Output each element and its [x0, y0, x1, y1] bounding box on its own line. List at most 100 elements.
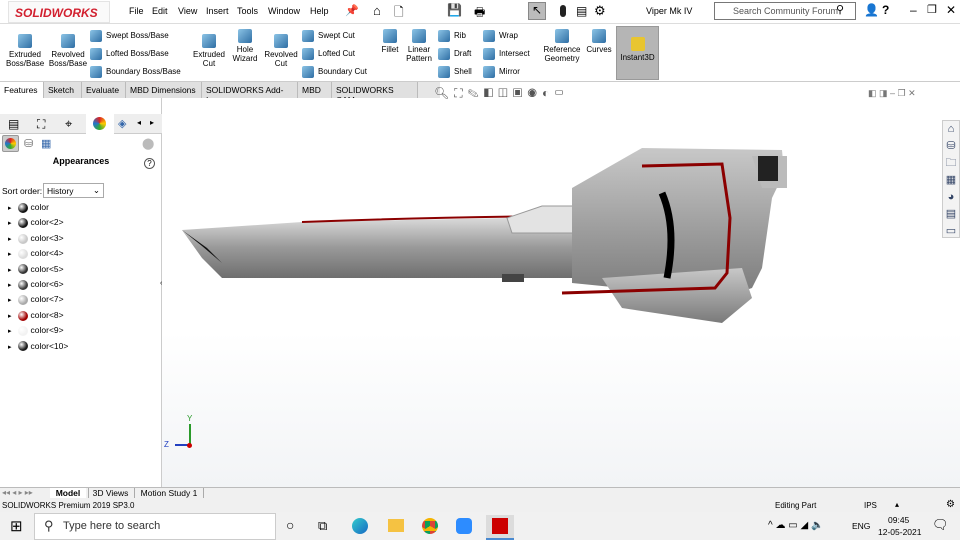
- chrome-icon[interactable]: [422, 518, 438, 534]
- instant3d-button[interactable]: Instant3D: [616, 26, 659, 80]
- feature-manager-icon[interactable]: ▤: [8, 117, 19, 131]
- tab-addins[interactable]: SOLIDWORKS Add-Ins: [202, 82, 298, 105]
- expand-arrow-icon[interactable]: ▸: [8, 251, 12, 258]
- tab-3d-views[interactable]: 3D Views: [88, 488, 132, 498]
- appearance-list-item[interactable]: ▸ color<4>: [8, 248, 64, 262]
- windows-start-icon[interactable]: ⊞: [10, 517, 23, 535]
- revolved-boss-button[interactable]: Revolved Boss/Base: [48, 34, 88, 68]
- task-view-icon[interactable]: ⧉: [318, 518, 327, 534]
- notifications-icon[interactable]: 🗨: [932, 517, 949, 533]
- revolved-cut-button[interactable]: Revolved Cut: [262, 34, 300, 68]
- edit-appearance-icon[interactable]: ⬤: [142, 137, 154, 150]
- scenes-icon[interactable]: ▦: [41, 137, 51, 150]
- appearance-list-item[interactable]: ▸ color<7>: [8, 294, 64, 308]
- viper-model[interactable]: [162, 98, 942, 488]
- decals-icon[interactable]: ⛁: [24, 137, 33, 150]
- restore-icon[interactable]: ❐: [927, 3, 937, 16]
- tab-model[interactable]: Model: [50, 488, 86, 498]
- expand-arrow-icon[interactable]: ▸: [8, 267, 12, 274]
- home-icon[interactable]: ⌂: [373, 3, 381, 18]
- expand-arrow-icon[interactable]: ▸: [8, 344, 12, 351]
- search-icon[interactable]: ⚲: [836, 3, 844, 16]
- configuration-icon[interactable]: ⌖: [65, 116, 72, 132]
- expand-arrow-icon[interactable]: ▸: [8, 328, 12, 335]
- curves-button[interactable]: Curves: [586, 29, 612, 54]
- lofted-boss-button[interactable]: Lofted Boss/Base: [90, 48, 169, 60]
- task-pane-tabs[interactable]: ⌂ ⛁ 🗀 ▦ ◕ ▤ ▭: [942, 120, 960, 238]
- lofted-cut-button[interactable]: Lofted Cut: [302, 48, 355, 60]
- expand-arrow-icon[interactable]: ▸: [8, 236, 12, 243]
- tab-cam[interactable]: SOLIDWORKS CAM: [332, 82, 418, 105]
- units-arrow-icon[interactable]: ▴: [895, 500, 899, 509]
- reference-geometry-button[interactable]: Reference Geometry: [542, 29, 582, 63]
- expand-arrow-icon[interactable]: ▸: [8, 205, 12, 212]
- rib-button[interactable]: Rib: [438, 30, 466, 42]
- system-tray-icons[interactable]: ^ ☁ ▭ ◢ 🔈: [768, 520, 823, 531]
- boundary-boss-button[interactable]: Boundary Boss/Base: [90, 66, 181, 78]
- boundary-cut-button[interactable]: Boundary Cut: [302, 66, 367, 78]
- pin-icon[interactable]: 📌: [345, 4, 359, 17]
- display-manager-icon[interactable]: ◈: [118, 117, 126, 130]
- select-icon[interactable]: ↖: [528, 2, 546, 20]
- tab-scroll-arrows[interactable]: ◂◂ ◂ ▸ ▸▸: [2, 488, 33, 497]
- expand-arrow-icon[interactable]: ▸: [8, 220, 12, 227]
- extruded-boss-button[interactable]: Extruded Boss/Base: [6, 34, 44, 68]
- menu-view[interactable]: View: [178, 6, 197, 16]
- new-doc-icon[interactable]: 🗋: [394, 3, 404, 24]
- menu-window[interactable]: Window: [268, 6, 300, 16]
- hole-wizard-button[interactable]: Hole Wizard: [228, 29, 262, 63]
- appearance-list-item[interactable]: ▸ color<6>: [8, 279, 64, 293]
- rebuild-icon[interactable]: [560, 5, 566, 17]
- cortana-icon[interactable]: ○: [286, 517, 294, 533]
- user-icon[interactable]: 👤: [864, 3, 879, 17]
- menu-edit[interactable]: Edit: [152, 6, 168, 16]
- taskbar-search-input[interactable]: ⚲ Type here to search: [34, 513, 276, 540]
- appearances-filter-button[interactable]: [2, 135, 19, 152]
- zoom-icon[interactable]: [456, 518, 472, 534]
- appearance-list-item[interactable]: ▸ color<9>: [8, 325, 64, 339]
- appearance-list-item[interactable]: ▸ color<2>: [8, 217, 64, 231]
- tab-motion-study[interactable]: Motion Study 1: [134, 488, 204, 498]
- clock-date[interactable]: 12-05-2021: [878, 527, 921, 537]
- wrap-button[interactable]: Wrap: [483, 30, 518, 42]
- swept-boss-button[interactable]: Swept Boss/Base: [90, 30, 169, 42]
- menu-tools[interactable]: Tools: [237, 6, 258, 16]
- draft-button[interactable]: Draft: [438, 48, 471, 60]
- save-icon[interactable]: 💾: [447, 3, 462, 17]
- customize-icon[interactable]: ⚙: [946, 499, 955, 510]
- intersect-button[interactable]: Intersect: [483, 48, 530, 60]
- tab-features[interactable]: Features: [0, 82, 44, 98]
- print-icon[interactable]: 🖶: [474, 3, 485, 24]
- options-gear-icon[interactable]: ⚙: [594, 3, 606, 19]
- language-indicator[interactable]: ENG: [852, 521, 870, 531]
- mirror-button[interactable]: Mirror: [483, 66, 520, 78]
- sort-order-select[interactable]: History ⌄: [43, 183, 104, 198]
- appearance-list-item[interactable]: ▸ color: [8, 202, 49, 216]
- solidworks-logo[interactable]: SOLIDWORKS: [8, 1, 110, 23]
- appearances-tab[interactable]: [86, 114, 114, 134]
- search-community-input[interactable]: Search Community Forum: [714, 2, 856, 20]
- menu-file[interactable]: File: [129, 6, 144, 16]
- scroll-left-icon[interactable]: ◂: [137, 118, 141, 127]
- expand-arrow-icon[interactable]: ▸: [8, 282, 12, 289]
- tab-mbd[interactable]: MBD: [298, 82, 332, 98]
- linear-pattern-button[interactable]: Linear Pattern: [404, 29, 434, 63]
- fillet-button[interactable]: Fillet: [378, 29, 402, 54]
- menu-insert[interactable]: Insert: [206, 6, 229, 16]
- tab-mbd-dimensions[interactable]: MBD Dimensions: [126, 82, 202, 98]
- property-manager-icon[interactable]: ⛶: [37, 117, 45, 132]
- tab-evaluate[interactable]: Evaluate: [82, 82, 126, 98]
- tab-sketch[interactable]: Sketch: [44, 82, 82, 98]
- minimize-icon[interactable]: –: [910, 3, 917, 17]
- clock-time[interactable]: 09:45: [888, 515, 909, 525]
- swept-cut-button[interactable]: Swept Cut: [302, 30, 355, 42]
- shell-button[interactable]: Shell: [438, 66, 472, 78]
- solidworks-taskbar-button[interactable]: [486, 515, 514, 540]
- extruded-cut-button[interactable]: Extruded Cut: [190, 34, 228, 68]
- appearance-list-item[interactable]: ▸ color<10>: [8, 341, 68, 355]
- appearance-list-item[interactable]: ▸ color<5>: [8, 264, 64, 278]
- graphics-area[interactable]: 🔍︎⛶✎◧◫▣◉◐▭ ◧ ◨ – ❐ ✕ ⌂ ⛁ 🗀 ▦ ◕ ▤ ▭ Y Z: [162, 86, 960, 488]
- menu-help[interactable]: Help: [310, 6, 329, 16]
- edge-icon[interactable]: [352, 518, 368, 534]
- units-selector[interactable]: IPS: [864, 501, 877, 510]
